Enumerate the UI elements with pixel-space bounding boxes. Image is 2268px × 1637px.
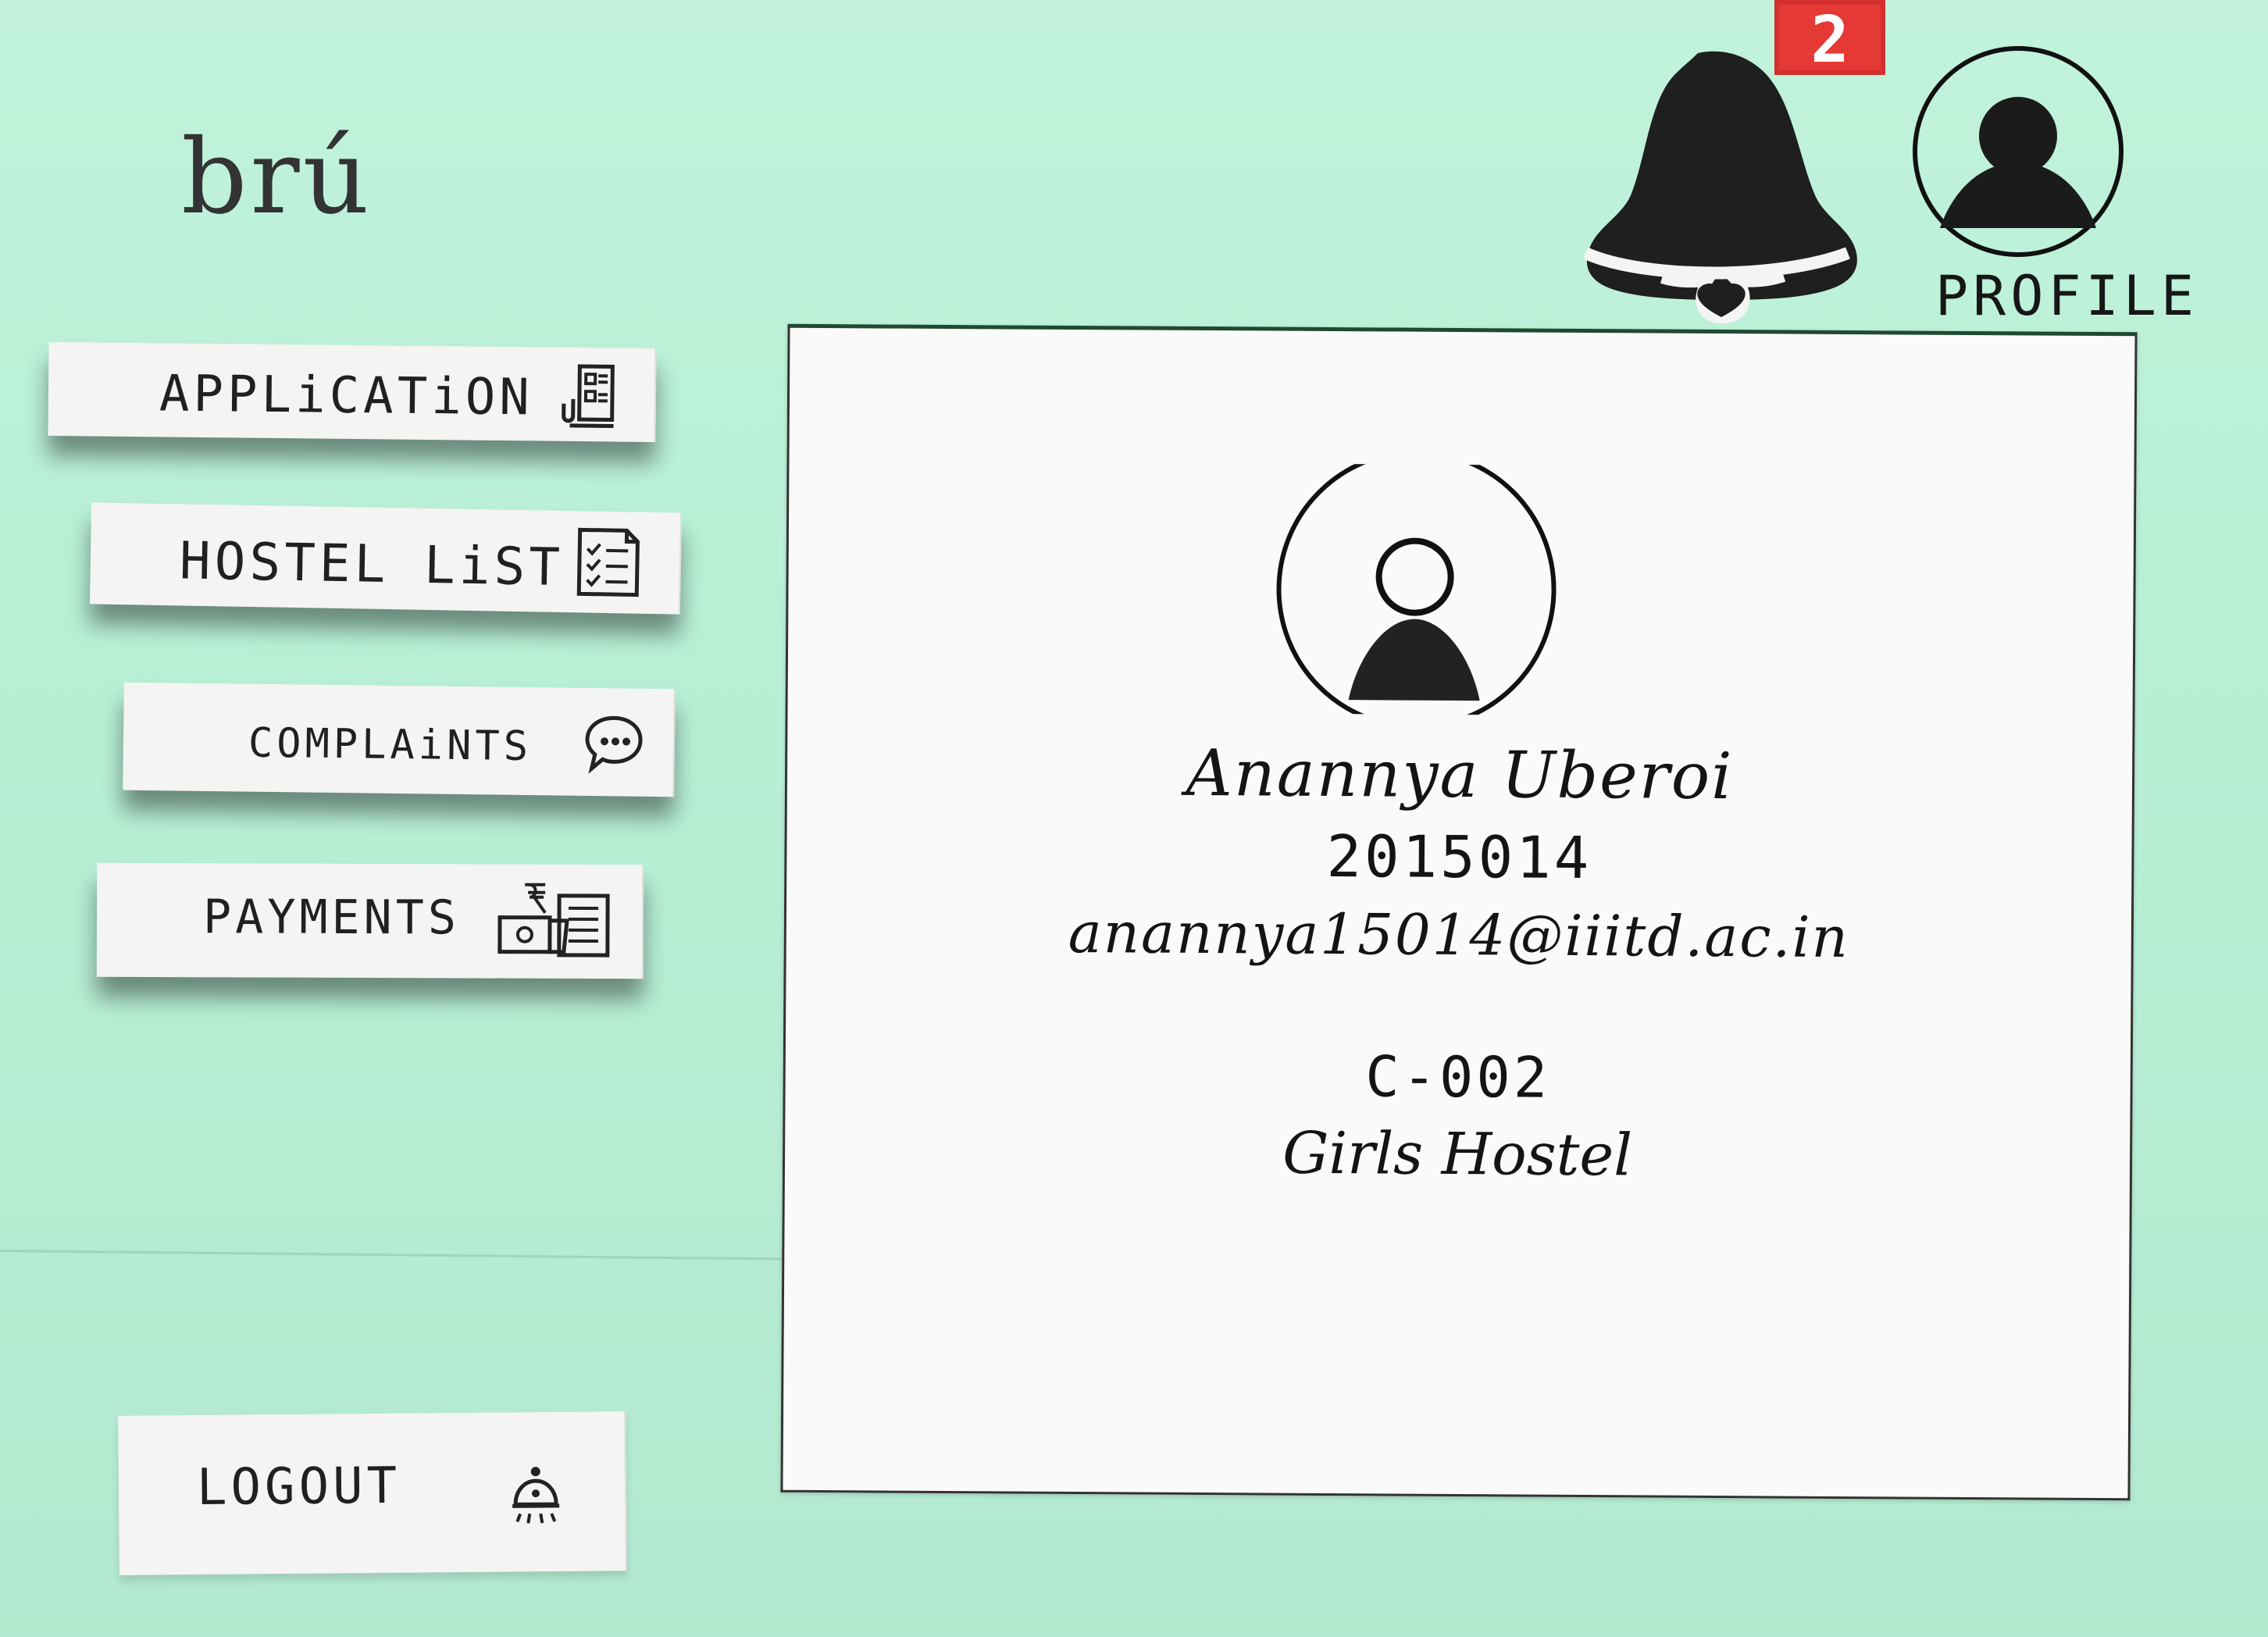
payment-cash-icon: [494, 874, 619, 968]
nav-payments[interactable]: PAYMENTS: [96, 862, 644, 979]
profile-avatar-icon: [1913, 46, 2124, 257]
notification-bell-button[interactable]: [1570, 45, 1867, 334]
nav-application-label: APPLiCATiON: [159, 365, 534, 427]
nav-hostel-list-label: HOSTEL LiST: [179, 530, 565, 597]
profile-label: PROFILE: [1935, 264, 2199, 328]
logout-icon: [501, 1462, 571, 1532]
nav-complaints-label: COMPLAiNTS: [248, 719, 533, 771]
app-logo: brú: [181, 117, 373, 237]
user-id: 2015014: [1326, 822, 1592, 893]
nav-hostel-list[interactable]: HOSTEL LiST: [89, 502, 683, 615]
document-form-icon: [556, 358, 629, 431]
logout-label: LOGOUT: [196, 1457, 401, 1517]
profile-card: Anannya Uberoi 2015014 anannya15014@iiit…: [780, 323, 2138, 1501]
nav-payments-label: PAYMENTS: [202, 890, 461, 946]
nav-application[interactable]: APPLiCATiON: [48, 341, 657, 443]
bell-icon: [1582, 51, 1857, 324]
user-avatar-icon: [1275, 449, 1558, 729]
user-hostel: Girls Hostel: [1282, 1119, 1633, 1189]
checklist-icon: [569, 523, 649, 603]
user-name: Anannya Uberoi: [1186, 736, 1734, 815]
user-email: anannya15014@iiitd.ac.in: [1068, 899, 1850, 971]
nav-complaints[interactable]: COMPLAiNTS: [123, 682, 676, 797]
notification-count-badge: 2: [1774, 0, 1885, 77]
chat-bubble-icon: [577, 707, 650, 779]
profile-button[interactable]: [1910, 44, 2126, 259]
logout-button[interactable]: LOGOUT: [118, 1411, 627, 1575]
user-room: C-002: [1365, 1043, 1551, 1111]
